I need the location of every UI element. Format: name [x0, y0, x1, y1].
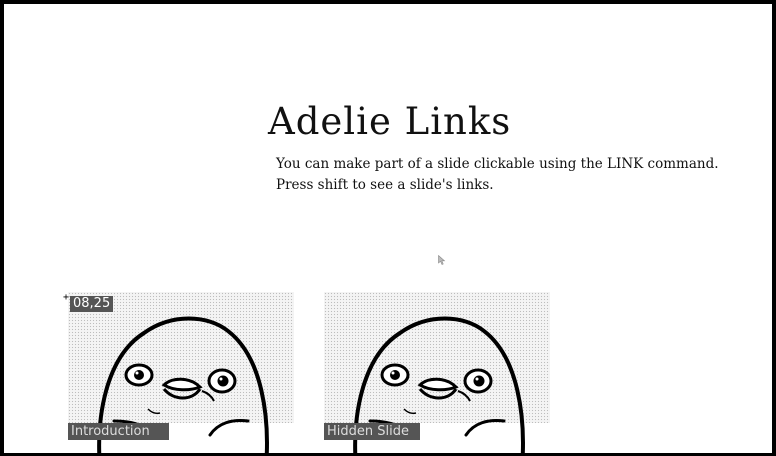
slide-body: You can make part of a slide clickable u… — [276, 154, 719, 196]
plus-icon: + — [63, 292, 70, 303]
slide-window: Adelie Links You can make part of a slid… — [0, 0, 776, 456]
body-line-2: Press shift to see a slide's links. — [276, 177, 494, 193]
body-line-1: You can make part of a slide clickable u… — [276, 156, 719, 172]
coordinate-readout: 08,25 — [70, 296, 114, 312]
link-label-introduction[interactable]: Introduction — [68, 423, 169, 440]
link-label-hidden-slide[interactable]: Hidden Slide — [324, 423, 420, 440]
mouse-cursor-icon — [438, 255, 446, 265]
slide-title: Adelie Links — [268, 100, 512, 143]
